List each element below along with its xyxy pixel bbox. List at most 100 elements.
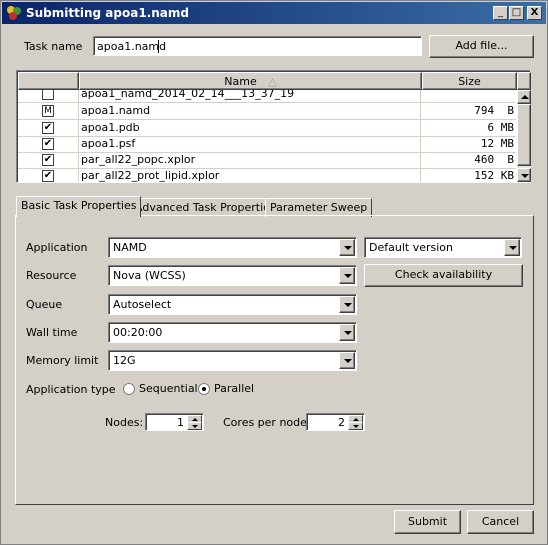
queue-select[interactable]: Autoselect	[108, 294, 357, 315]
file-name: par_all22_prot_lipid.xplor	[79, 168, 421, 182]
task-name-label: Task name	[24, 40, 83, 53]
nodes-label: Nodes:	[105, 416, 144, 429]
scroll-up-button[interactable]	[517, 90, 531, 104]
parallel-radio[interactable]	[198, 383, 210, 395]
parallel-label: Parallel	[214, 382, 255, 395]
header-size[interactable]: Size	[422, 72, 517, 90]
task-name-value: apoa1.namd	[97, 40, 167, 53]
chevron-down-icon	[344, 274, 352, 278]
chevron-down-icon	[521, 174, 529, 178]
table-row[interactable]: M apoa1.namd 794 B	[18, 103, 516, 120]
memory-label: Memory limit	[26, 354, 99, 367]
version-value: Default version	[369, 241, 453, 254]
chevron-up-icon	[353, 418, 359, 421]
nodes-spinner[interactable]: 1	[145, 413, 204, 431]
memory-value: 12G	[113, 354, 136, 367]
tab-panel: Application NAMD Default version Resourc…	[15, 215, 534, 505]
resource-select[interactable]: Nova (WCSS)	[108, 265, 357, 286]
file-name: apoa1.pdb	[79, 120, 421, 136]
header-check[interactable]	[18, 72, 79, 90]
file-size: 6 MB	[487, 121, 515, 134]
check-availability-button[interactable]: Check availability	[364, 264, 523, 287]
queue-value: Autoselect	[113, 298, 172, 311]
scroll-thumb[interactable]	[517, 104, 531, 166]
cores-decrement-button[interactable]	[348, 422, 363, 430]
application-value: NAMD	[113, 241, 147, 254]
header-name-label: Name	[224, 75, 257, 88]
file-size: 152 KB	[474, 169, 514, 182]
cores-value: 2	[338, 416, 345, 429]
files-table: Name △ Size apoa1_namd_2014_02_14___13_3…	[16, 70, 531, 183]
cancel-button[interactable]: Cancel	[467, 510, 534, 534]
table-row[interactable]: ✔ apoa1.pdb 6 MB	[18, 120, 516, 137]
file-size	[422, 90, 516, 102]
table-row[interactable]: apoa1_namd_2014_02_14___13_37_19	[18, 90, 516, 103]
text-cursor	[158, 40, 159, 53]
memory-select[interactable]: 12G	[108, 350, 357, 371]
task-name-input[interactable]: apoa1.namd	[93, 36, 422, 56]
cores-spinner[interactable]: 2	[306, 413, 365, 431]
resource-value: Nova (WCSS)	[113, 269, 186, 282]
version-dropdown-button[interactable]	[504, 239, 520, 256]
maximize-button[interactable]: □	[509, 6, 524, 20]
chevron-up-icon	[521, 95, 529, 99]
window-title: Submitting apoa1.namd	[26, 6, 189, 20]
queue-label: Queue	[26, 298, 63, 311]
sequential-radio[interactable]	[123, 383, 135, 395]
row-checkbox[interactable]: M	[42, 105, 54, 117]
header-corner	[517, 72, 531, 90]
chevron-down-icon	[353, 425, 359, 428]
chevron-down-icon	[344, 359, 352, 363]
file-size: 12 MB	[480, 137, 514, 150]
app-logo-icon	[7, 6, 21, 20]
file-size: 794 B	[474, 104, 514, 117]
cores-label: Cores per node:	[223, 416, 311, 429]
memory-dropdown-button[interactable]	[339, 352, 355, 369]
walltime-dropdown-button[interactable]	[339, 324, 355, 341]
file-name: par_all22_popc.xplor	[79, 152, 421, 168]
walltime-select[interactable]: 00:20:00	[108, 322, 357, 343]
title-bar[interactable]: Submitting apoa1.namd _ □ X	[2, 2, 546, 24]
application-select[interactable]: NAMD	[108, 237, 357, 258]
chevron-up-icon	[192, 418, 198, 421]
chevron-down-icon	[509, 246, 517, 250]
table-row[interactable]: ✔ par_all22_prot_lipid.xplor 152 KB	[18, 168, 516, 182]
chevron-down-icon	[344, 246, 352, 250]
row-checkbox[interactable]: ✔	[42, 122, 54, 134]
walltime-value: 00:20:00	[113, 326, 163, 339]
file-name: apoa1.psf	[79, 136, 421, 152]
radio-selected-dot	[202, 387, 206, 391]
sequential-label: Sequential	[139, 382, 198, 395]
add-file-button[interactable]: Add file...	[429, 35, 534, 58]
chevron-down-icon	[192, 425, 198, 428]
sort-asc-icon: △	[268, 75, 277, 88]
chevron-down-icon	[344, 331, 352, 335]
submit-button[interactable]: Submit	[394, 510, 461, 534]
close-button[interactable]: X	[527, 6, 542, 20]
file-size: 460 B	[474, 153, 514, 166]
chevron-down-icon	[344, 303, 352, 307]
resource-dropdown-button[interactable]	[339, 267, 355, 284]
row-checkbox[interactable]: ✔	[42, 170, 54, 182]
application-label: Application	[26, 241, 88, 254]
queue-dropdown-button[interactable]	[339, 296, 355, 313]
version-select[interactable]: Default version	[364, 237, 522, 258]
minimize-button[interactable]: _	[493, 6, 508, 20]
row-checkbox[interactable]	[42, 90, 54, 100]
apptype-label: Application type	[26, 383, 116, 396]
file-name: apoa1_namd_2014_02_14___13_37_19	[79, 90, 421, 102]
application-dropdown-button[interactable]	[339, 239, 355, 256]
table-row[interactable]: ✔ par_all22_popc.xplor 460 B	[18, 152, 516, 169]
table-row[interactable]: ✔ apoa1.psf 12 MB	[18, 136, 516, 153]
resource-label: Resource	[26, 269, 77, 282]
row-checkbox[interactable]: ✔	[42, 138, 54, 150]
row-checkbox[interactable]: ✔	[42, 154, 54, 166]
files-table-body: apoa1_namd_2014_02_14___13_37_19 M apoa1…	[17, 90, 517, 182]
table-scrollbar[interactable]	[517, 90, 531, 182]
scroll-down-button[interactable]	[517, 168, 531, 182]
file-name: apoa1.namd	[79, 103, 421, 119]
nodes-value: 1	[177, 416, 184, 429]
tab-basic-task-properties[interactable]: Basic Task Properties	[16, 196, 142, 217]
header-name[interactable]: Name △	[79, 72, 422, 90]
nodes-decrement-button[interactable]	[187, 422, 202, 430]
